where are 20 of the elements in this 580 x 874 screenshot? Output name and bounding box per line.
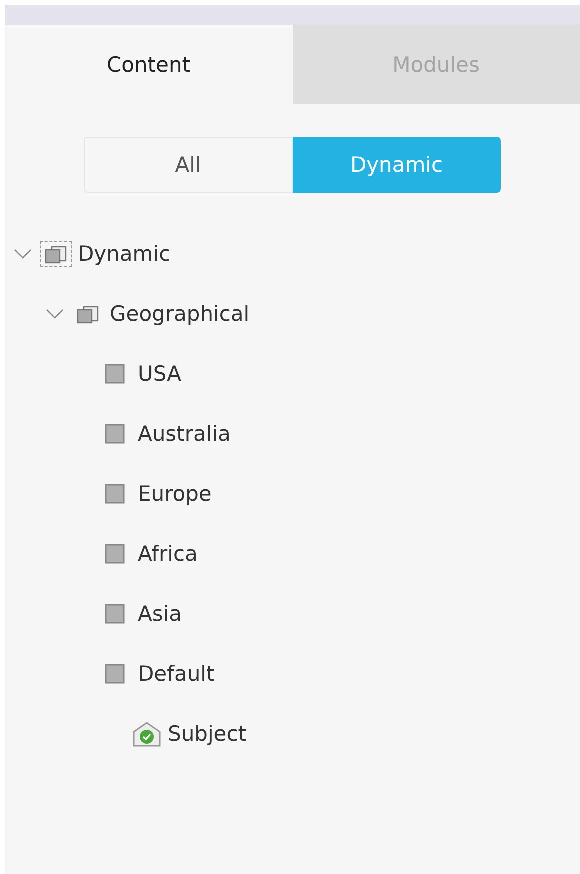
- house-check-icon: [132, 721, 162, 747]
- square-icon: [105, 604, 125, 624]
- tree-item[interactable]: Dynamic: [78, 242, 171, 266]
- tree-item[interactable]: Africa: [138, 542, 198, 566]
- chevron-icon[interactable]: [45, 308, 65, 320]
- chevron-icon[interactable]: [13, 248, 33, 260]
- square-icon: [105, 424, 125, 444]
- square-icon: [105, 484, 125, 504]
- tree-item[interactable]: Default: [138, 662, 215, 686]
- tree-item[interactable]: Subject: [168, 722, 247, 746]
- tree-item[interactable]: Asia: [138, 602, 182, 626]
- filter-button[interactable]: All: [84, 137, 292, 193]
- tree-item[interactable]: Geographical: [110, 302, 250, 326]
- tree-item[interactable]: USA: [138, 362, 182, 386]
- tree-item[interactable]: Australia: [138, 422, 231, 446]
- tree-item[interactable]: Europe: [138, 482, 212, 506]
- square-icon: [105, 664, 125, 684]
- stacked-squares-icon: [41, 242, 71, 266]
- square-icon: [105, 364, 125, 384]
- square-icon: [105, 544, 125, 564]
